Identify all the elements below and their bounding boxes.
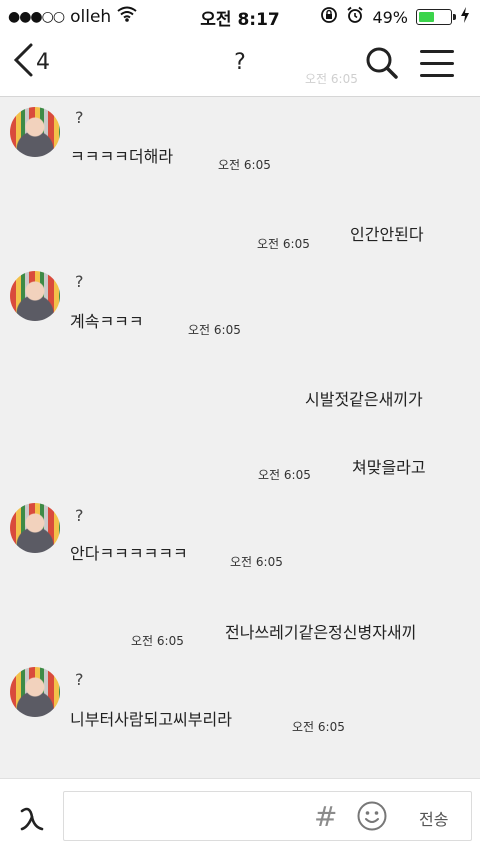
smiley-button[interactable] <box>356 800 388 836</box>
menu-button[interactable] <box>420 50 454 86</box>
battery-level <box>419 12 434 22</box>
message-time: 오전 6:05 <box>188 323 241 337</box>
battery-percentage: 49% <box>372 7 408 27</box>
message-time: 오전 6:05 <box>131 634 184 648</box>
chat-header: 4 ? 오전 6:05 <box>0 32 480 97</box>
search-icon <box>366 47 398 79</box>
sender-avatar[interactable] <box>10 503 60 553</box>
message-input[interactable]: # 전송 <box>63 791 472 841</box>
message-input-bar: # 전송 <box>0 778 480 853</box>
message-text[interactable]: 쳐맞을라고 <box>352 454 426 478</box>
message-text[interactable]: 시발젓같은새끼가 <box>305 386 423 410</box>
chat-title: ? <box>234 50 246 75</box>
alarm-icon <box>346 6 364 28</box>
smiley-icon <box>357 801 387 831</box>
sender-avatar[interactable] <box>10 107 60 157</box>
sender-name: ? <box>75 108 84 127</box>
message-text[interactable]: ㅋㅋㅋㅋ더해라 <box>70 143 173 167</box>
emoticon-button[interactable] <box>18 799 46 837</box>
hashtag-button[interactable]: # <box>314 800 337 833</box>
sender-avatar[interactable] <box>10 667 60 717</box>
message-text[interactable]: 계속ㅋㅋㅋ <box>70 308 144 332</box>
emoticon-icon <box>20 807 44 831</box>
status-right: 49% <box>320 6 470 28</box>
message-time: 오전 6:05 <box>230 555 283 569</box>
message-text[interactable]: 안다ㅋㅋㅋㅋㅋㅋ <box>70 540 188 564</box>
sender-name: ? <box>75 670 84 689</box>
message-text[interactable]: 전나쓰레기같은정신병자새끼 <box>225 619 416 643</box>
rotation-lock-icon <box>320 6 338 28</box>
battery-icon <box>416 9 456 25</box>
message-time: 오전 6:05 <box>258 468 311 482</box>
chat-area[interactable]: ? ㅋㅋㅋㅋ더해라 오전 6:05 인간안된다 오전 6:05 ? 계속ㅋㅋㅋ … <box>0 97 480 778</box>
message-text[interactable]: 인간안된다 <box>350 221 424 245</box>
sender-name: ? <box>75 506 84 525</box>
sender-name: ? <box>75 272 84 291</box>
message-text[interactable]: 니부터사람되고씨부리라 <box>70 706 232 730</box>
send-button[interactable]: 전송 <box>419 806 448 830</box>
message-time: 오전 6:05 <box>292 720 345 734</box>
sender-avatar[interactable] <box>10 271 60 321</box>
search-button[interactable] <box>365 46 399 84</box>
status-bar: ●●●○○ olleh 오전 8:17 49% <box>0 0 480 32</box>
menu-icon <box>420 50 454 77</box>
faded-timestamp: 오전 6:05 <box>305 72 358 86</box>
message-time: 오전 6:05 <box>257 237 310 251</box>
charging-icon <box>460 7 470 27</box>
message-time: 오전 6:05 <box>218 158 271 172</box>
